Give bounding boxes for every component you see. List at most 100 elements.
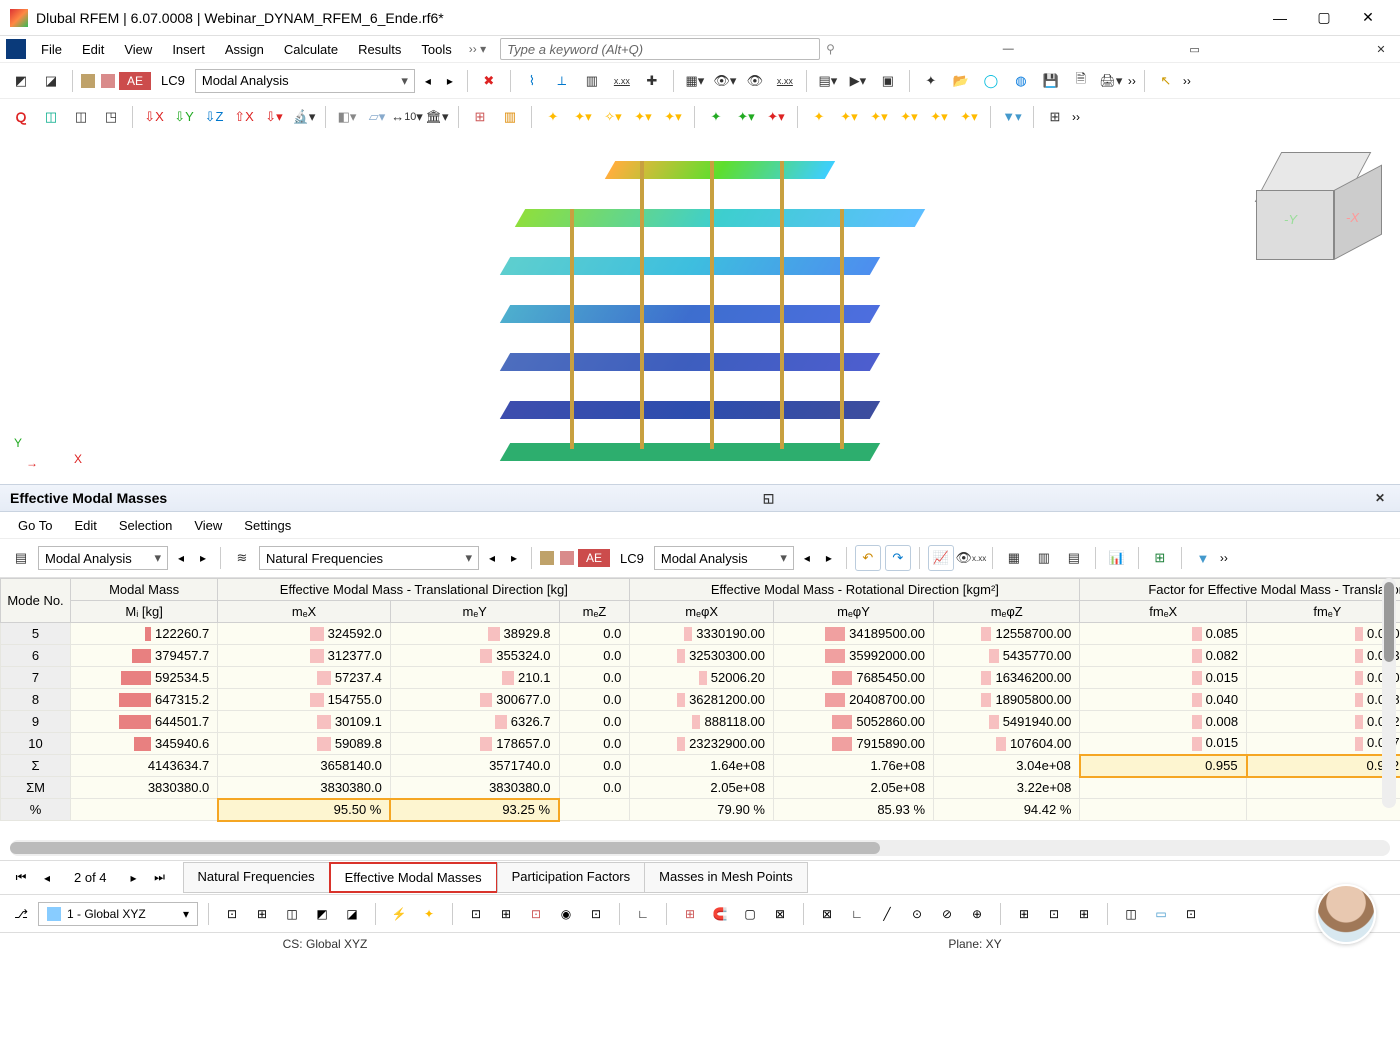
panel-c2-next-icon[interactable]: ▸ [505,547,523,569]
iso-surface-icon[interactable]: ▦▾ [682,68,708,94]
max-child-icon[interactable]: ▭ [1186,42,1204,56]
menu-file[interactable]: File [32,38,71,61]
spark-run-icon[interactable]: ✦ [416,901,442,927]
col-factor[interactable]: Factor for Effective Modal Mass - Transl… [1080,579,1400,601]
p-filter-icon[interactable]: ▼ [1190,545,1216,571]
table-row[interactable]: 9644501.730109.16326.70.0888118.00505286… [1,711,1400,733]
panel-combo2[interactable]: Natural Frequencies▾ [259,546,479,570]
assistant-avatar[interactable] [1316,884,1376,944]
box2-icon[interactable]: ◳ [98,104,124,130]
b1-icon[interactable]: ⊡ [219,901,245,927]
sheet-first-icon[interactable]: ⏮ [10,867,32,889]
table-row[interactable]: 5122260.7324592.038929.80.03330190.00341… [1,623,1400,645]
menu-results[interactable]: Results [349,38,410,61]
table-row[interactable]: 8647315.2154755.0300677.00.036281200.002… [1,689,1400,711]
snap-mag-icon[interactable]: 🧲 [707,901,733,927]
col-modal-mass[interactable]: Modal Mass [71,579,218,601]
dim-icon[interactable]: ↔10▾ [394,104,420,130]
cross-icon[interactable]: ✚ [639,68,665,94]
res3-icon[interactable]: ✦▾ [866,104,892,130]
res2-icon[interactable]: ✦▾ [836,104,862,130]
sheet-tab[interactable]: Natural Frequencies [183,862,330,893]
minimize-button[interactable]: — [1258,3,1302,33]
spark2-icon[interactable]: ✦▾ [570,104,596,130]
menu-assign[interactable]: Assign [216,38,273,61]
eye1-icon[interactable]: 👁▾ [712,68,738,94]
load2-icon[interactable]: ✦▾ [733,104,759,130]
diagram-icon[interactable]: ▥ [579,68,605,94]
supp-y-icon[interactable]: ⇩Y [171,104,197,130]
supp-nx-icon[interactable]: ⇧X [231,104,257,130]
load3-icon[interactable]: ✦▾ [763,104,789,130]
lc-prev-icon[interactable]: ◂ [419,70,437,92]
spark3-icon[interactable]: ✧▾ [600,104,626,130]
lc-tag[interactable]: AE [119,72,151,90]
p-chart-icon[interactable]: 📊 [1104,545,1130,571]
panel-freq-icon[interactable]: ≋ [229,545,255,571]
app-logo-icon[interactable] [6,39,26,59]
grid-c-icon[interactable]: ⊞ [1071,901,1097,927]
b2-icon[interactable]: ⊞ [249,901,275,927]
spark4-icon[interactable]: ✦▾ [630,104,656,130]
res1-icon[interactable]: ✦ [806,104,832,130]
col-mode-no[interactable]: Mode No. [1,579,71,623]
col-eff-rot[interactable]: Effective Modal Mass - Rotational Direct… [630,579,1080,601]
res6-icon[interactable]: ✦▾ [956,104,982,130]
restore-child-icon[interactable]: — [999,42,1017,56]
supp-ny-icon[interactable]: ⇩▾ [261,104,287,130]
toolbar2-overflow[interactable]: ›› [1072,110,1080,124]
snap4-icon[interactable]: ◉ [553,901,579,927]
mesh1-icon[interactable]: ⊞ [467,104,493,130]
mesh2-icon[interactable]: ▥ [497,104,523,130]
load1-icon[interactable]: ✦ [703,104,729,130]
supp-z-icon[interactable]: ⇩Z [201,104,227,130]
new-icon[interactable]: ✦ [918,68,944,94]
panel-cat-icon[interactable]: ▤ [8,545,34,571]
isometric-front-icon[interactable]: ◩ [8,68,34,94]
menu-calculate[interactable]: Calculate [275,38,347,61]
select-icon[interactable]: ↖ [1153,68,1179,94]
panel-menu-selection[interactable]: Selection [109,514,182,537]
cs-icon[interactable]: ⎇ [8,901,34,927]
close-button[interactable]: ✕ [1346,3,1390,33]
draw1-icon[interactable]: ⊠ [814,901,840,927]
toolbar1b-overflow[interactable]: ›› [1183,74,1191,88]
grid-icon[interactable]: ⊞ [1042,104,1068,130]
snap2-icon[interactable]: ⊞ [493,901,519,927]
p-lc-tag[interactable]: AE [578,549,610,567]
b4-icon[interactable]: ◩ [309,901,335,927]
draw-angle-icon[interactable]: ∟ [844,901,870,927]
results-table[interactable]: Mode No. Modal Mass Effective Modal Mass… [0,578,1400,822]
panel-lc-combo[interactable]: Modal Analysis▾ [654,546,794,570]
animate-icon[interactable]: ▶▾ [845,68,871,94]
draw2-icon[interactable]: ⊙ [904,901,930,927]
reaction-icon[interactable]: ⟂ [549,68,575,94]
microscope-icon[interactable]: 🔬▾ [291,104,317,130]
sheet-tab[interactable]: Participation Factors [497,862,646,893]
p-graph-icon[interactable]: 📈 [928,545,954,571]
snap8-icon[interactable]: ⊠ [767,901,793,927]
search-adv-icon[interactable]: ⚲ [826,42,835,56]
spark1-icon[interactable]: ✦ [540,104,566,130]
paneltool-overflow[interactable]: ›› [1220,551,1228,565]
sheet-next-icon[interactable]: ▸ [123,867,145,889]
sheet-prev-icon[interactable]: ◂ [36,867,58,889]
cloud-icon[interactable]: ◯ [978,68,1004,94]
coordsys-combo[interactable]: 1 - Global XYZ▾ [38,902,198,926]
eye2-icon[interactable]: 👁 [742,68,768,94]
panel-menu-goto[interactable]: Go To [8,514,62,537]
close-child-icon[interactable]: ✕ [1372,42,1390,56]
b5-icon[interactable]: ◪ [339,901,365,927]
spark5-icon[interactable]: ✦▾ [660,104,686,130]
res4-icon[interactable]: ✦▾ [896,104,922,130]
panel-c2-prev-icon[interactable]: ◂ [483,547,501,569]
values-icon[interactable]: x.xx [609,68,635,94]
menu-tools[interactable]: Tools [412,38,460,61]
snap6-icon[interactable]: ⊞ [677,901,703,927]
swatch-brown-icon[interactable] [81,74,95,88]
print-icon[interactable]: 🖨▾ [1098,68,1124,94]
p-eye-icon[interactable]: 👁x.xx [958,545,984,571]
draw4-icon[interactable]: ⊕ [964,901,990,927]
b3-icon[interactable]: ◫ [279,901,305,927]
menu-insert[interactable]: Insert [163,38,214,61]
